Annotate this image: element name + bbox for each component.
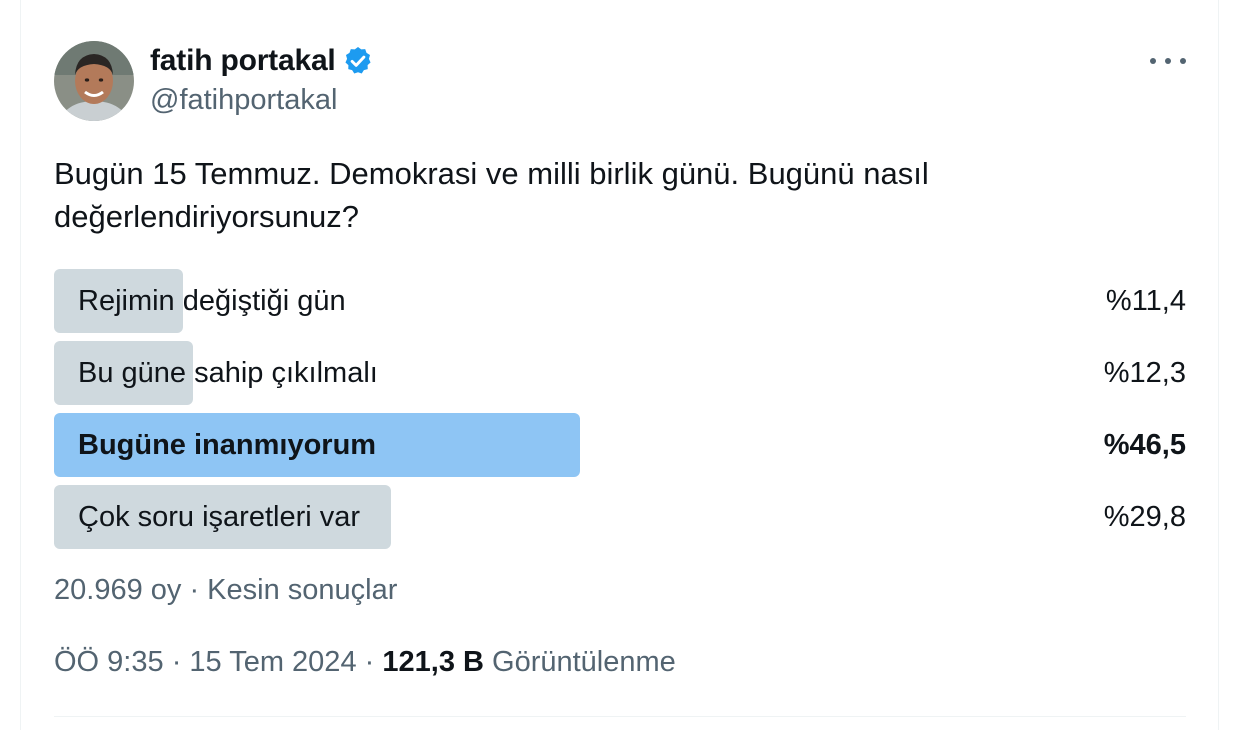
poll-option-label: Bugüne inanmıyorum (78, 429, 377, 461)
meta-separator: · (171, 646, 182, 678)
more-dot (1150, 58, 1156, 64)
poll-option-percent: %29,8 (1103, 501, 1186, 533)
poll-option[interactable]: Çok soru işaretleri var %29,8 (54, 485, 1186, 549)
meta-separator: · (364, 646, 375, 678)
tweet-date[interactable]: 15 Tem 2024 (189, 646, 356, 678)
tweet-meta: ÖÖ 9:35 · 15 Tem 2024 · 121,3 B Görüntül… (54, 646, 676, 679)
views-count: 121,3 B (382, 646, 484, 678)
avatar[interactable] (54, 41, 134, 121)
poll-option-label: Çok soru işaretleri var (78, 501, 361, 533)
views-label: Görüntülenme (492, 646, 676, 678)
card-right-border (1218, 0, 1219, 730)
poll-option-percent: %11,4 (1105, 285, 1186, 317)
poll-option-percent: %12,3 (1103, 357, 1186, 389)
poll-option-percent: %46,5 (1103, 429, 1186, 461)
avatar-photo (54, 41, 134, 121)
poll-option-label: Bu güne sahip çıkılmalı (78, 357, 378, 389)
card-left-border (20, 0, 21, 730)
divider (54, 716, 1186, 717)
poll-option-label: Rejimin değiştiği gün (78, 285, 346, 317)
more-dot (1165, 58, 1171, 64)
more-horizontal-icon[interactable] (1150, 48, 1186, 74)
poll-option[interactable]: Rejimin değiştiği gün %11,4 (54, 269, 1186, 333)
more-dot (1180, 58, 1186, 64)
author-handle[interactable]: @fatihportakal (150, 84, 337, 117)
verified-badge-icon[interactable] (342, 45, 374, 77)
author-display-name[interactable]: fatih portakal (150, 44, 336, 78)
tweet-time[interactable]: ÖÖ 9:35 (54, 646, 164, 678)
poll-footer: 20.969 oy · Kesin sonuçlar (54, 574, 398, 606)
poll-option-winner[interactable]: Bugüne inanmıyorum %46,5 (54, 413, 1186, 477)
author-name-row[interactable]: fatih portakal (150, 42, 374, 80)
tweet-card: fatih portakal @fatihportakal Bugün 15 T… (0, 0, 1242, 730)
poll-option[interactable]: Bu güne sahip çıkılmalı %12,3 (54, 341, 1186, 405)
tweet-text: Bugün 15 Temmuz. Demokrasi ve milli birl… (54, 156, 929, 234)
